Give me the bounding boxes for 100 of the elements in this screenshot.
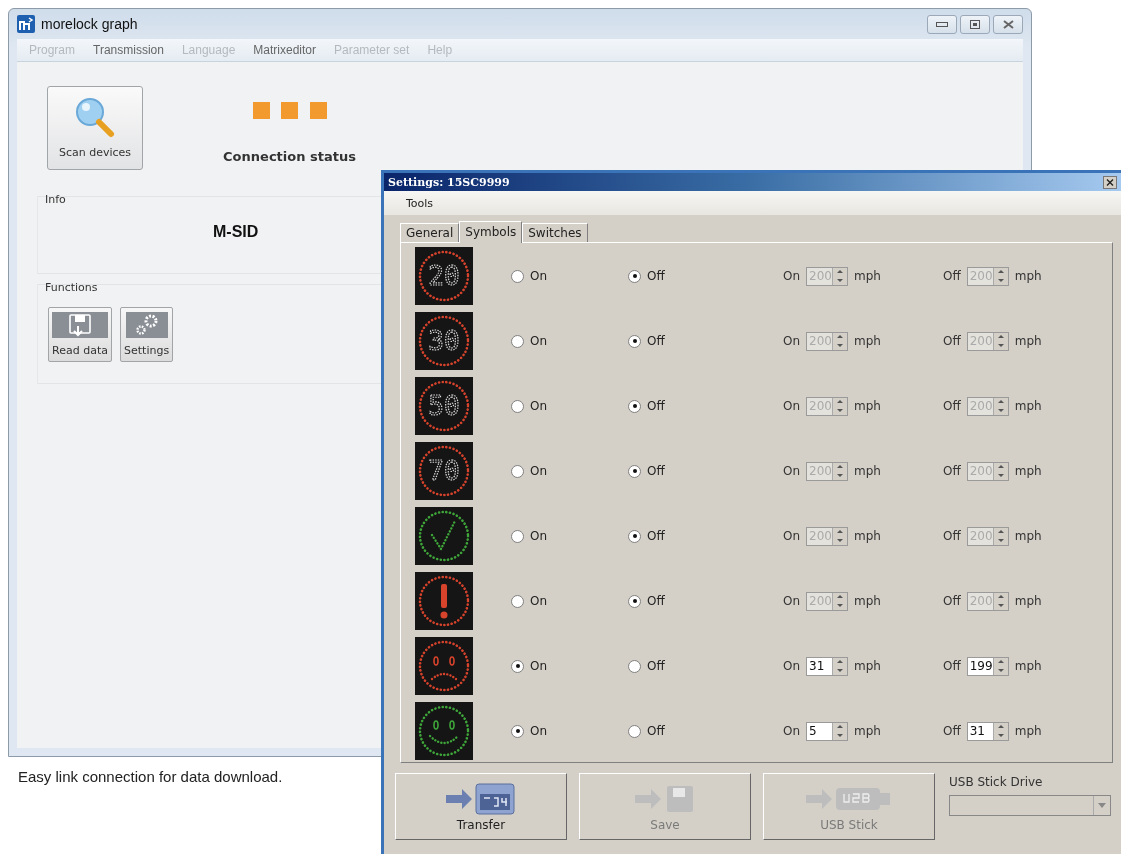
radio-button[interactable] [628, 464, 641, 478]
radio-button[interactable] [511, 659, 524, 673]
threshold-label: Off [943, 464, 961, 478]
radio-button[interactable] [511, 399, 524, 413]
radio-label: Off [647, 464, 665, 478]
minimize-icon [936, 21, 948, 27]
radio-label: Off [647, 334, 665, 348]
unit-label: mph [854, 464, 881, 478]
connection-status-indicator-icon [252, 102, 327, 119]
speed-spinner[interactable]: 199 [966, 656, 1009, 676]
threshold-label: Off [943, 529, 961, 543]
unit-label: mph [1014, 529, 1042, 543]
unit-label: mph [1014, 399, 1042, 413]
speed-spinner[interactable]: 5 [806, 721, 849, 741]
caption-text: Easy link connection for data download. [18, 768, 283, 785]
device-name: M-SID [213, 223, 259, 241]
gears-icon [125, 312, 168, 338]
unit-label: mph [854, 269, 881, 283]
radio-label: Off [647, 659, 665, 673]
action-button[interactable]: Transfer [395, 773, 567, 840]
radio-button[interactable] [511, 529, 524, 543]
menu-item[interactable]: Matrixeditor [253, 43, 316, 57]
dialog-title: Settings: 15SC9999 [388, 175, 510, 189]
threshold-label: Off [943, 334, 961, 348]
scan-devices-button[interactable]: Scan devices [47, 86, 143, 170]
radio-label: On [530, 659, 548, 673]
function-button[interactable]: Settings [120, 307, 174, 362]
window-title: morelock graph [41, 16, 138, 32]
threshold-label: Off [943, 659, 961, 673]
speed-limit-sign: 30 [415, 312, 473, 370]
threshold-label: On [783, 659, 801, 673]
threshold-label: On [783, 269, 801, 283]
maximize-button[interactable] [960, 14, 990, 34]
floppy-download-icon [52, 312, 108, 338]
threshold-label: On [783, 724, 801, 738]
sad-face-sign-icon [415, 637, 473, 695]
app-logo-icon [17, 15, 35, 33]
unit-label: mph [854, 594, 881, 608]
radio-label: On [530, 724, 548, 738]
radio-button[interactable] [628, 594, 641, 608]
unit-label: mph [854, 399, 881, 413]
threshold-label: Off [943, 594, 961, 608]
radio-label: Off [647, 269, 665, 283]
speed-limit-sign: 20 [415, 247, 473, 305]
exclamation-sign-icon [415, 572, 473, 630]
radio-button[interactable] [628, 334, 641, 348]
radio-label: On [530, 334, 548, 348]
radio-label: On [530, 529, 548, 543]
speed-limit-sign: 50 [415, 377, 473, 435]
threshold-label: Off [943, 724, 961, 738]
radio-button[interactable] [511, 464, 524, 478]
radio-label: Off [647, 594, 665, 608]
speed-spinner[interactable]: 31 [966, 721, 1009, 741]
unit-label: mph [1014, 659, 1042, 673]
threshold-label: On [783, 464, 801, 478]
radio-label: Off [647, 529, 665, 543]
connection-status-label: Connection status [223, 149, 356, 164]
radio-button[interactable] [628, 399, 641, 413]
radio-button[interactable] [628, 659, 641, 673]
close-button[interactable] [1103, 175, 1117, 189]
unit-label: mph [854, 724, 881, 738]
unit-label: mph [1014, 269, 1042, 283]
smiley-face-sign-icon [415, 702, 473, 760]
radio-label: Off [647, 724, 665, 738]
group-label: Functions [45, 281, 98, 294]
check-mark-sign-icon [415, 507, 473, 565]
radio-label: On [530, 464, 548, 478]
close-button[interactable] [993, 14, 1023, 34]
minimize-button[interactable] [927, 14, 957, 34]
tab[interactable]: Switches [522, 223, 588, 242]
radio-label: On [530, 399, 548, 413]
threshold-label: Off [943, 269, 961, 283]
tab[interactable]: Symbols [459, 221, 523, 243]
radio-button[interactable] [628, 724, 641, 738]
close-icon [1002, 19, 1014, 29]
group-label: Info [45, 193, 66, 206]
caret-icon [1098, 803, 1106, 808]
radio-button[interactable] [628, 269, 641, 283]
field-label: USB Stick Drive [949, 775, 1044, 789]
speed-limit-sign: 70 [415, 442, 473, 500]
radio-label: Off [647, 399, 665, 413]
radio-button[interactable] [511, 269, 524, 283]
radio-button[interactable] [628, 529, 641, 543]
search-icon [73, 96, 117, 138]
radio-button[interactable] [511, 724, 524, 738]
menu-item[interactable]: Transmission [93, 43, 164, 57]
function-button[interactable]: Read data [48, 307, 112, 362]
radio-button[interactable] [511, 594, 524, 608]
unit-label: mph [1014, 594, 1042, 608]
threshold-label: On [783, 529, 801, 543]
tab[interactable]: General [400, 223, 460, 242]
unit-label: mph [1014, 464, 1042, 478]
threshold-label: On [783, 399, 801, 413]
menu-item[interactable]: Tools [406, 196, 434, 210]
maximize-icon [970, 19, 980, 29]
radio-button[interactable] [511, 334, 524, 348]
radio-label: On [530, 594, 548, 608]
unit-label: mph [854, 334, 881, 348]
speed-spinner[interactable]: 31 [806, 656, 849, 676]
unit-label: mph [854, 529, 881, 543]
